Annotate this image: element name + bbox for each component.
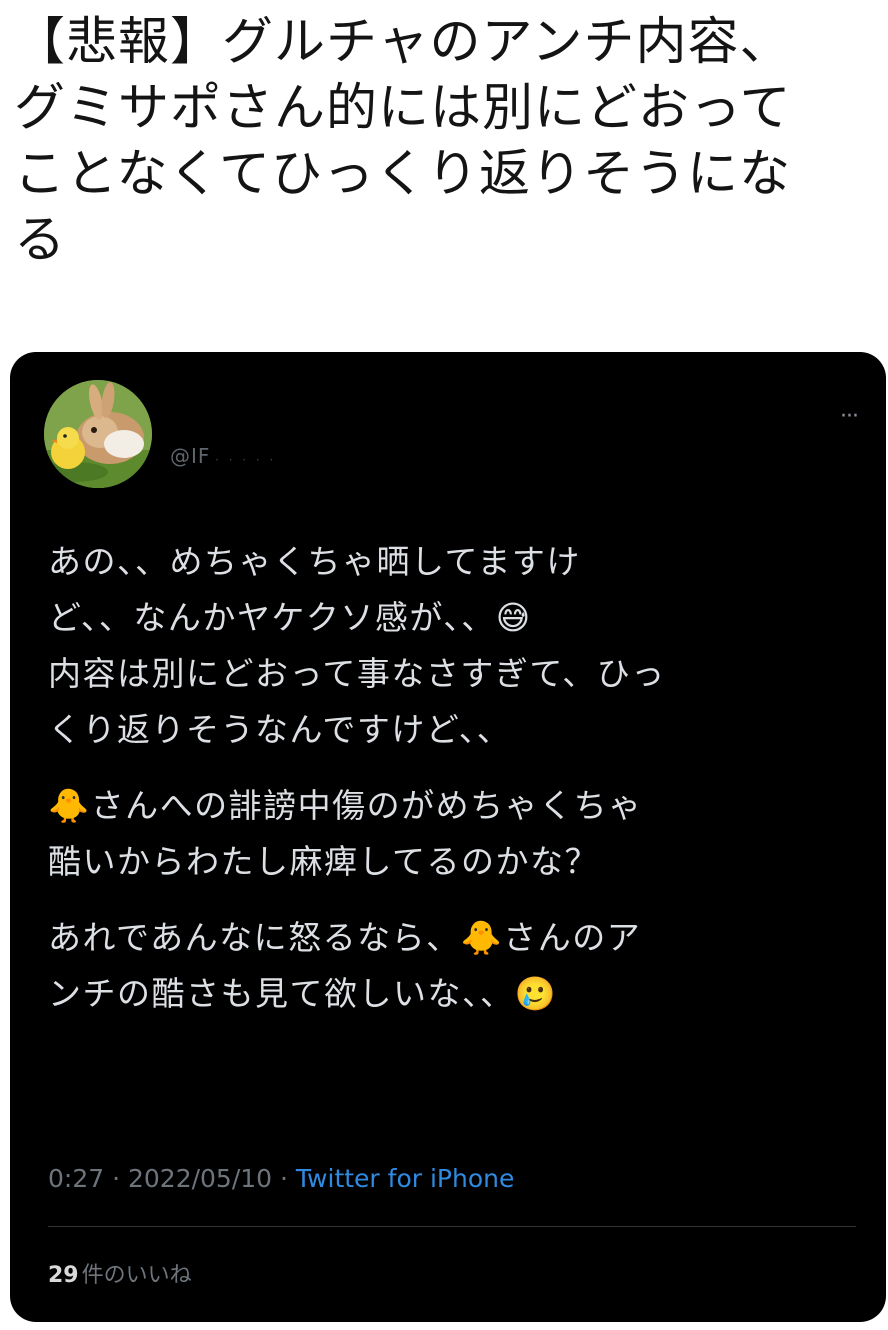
likes-link[interactable]: 29 件のいいね — [48, 1257, 192, 1289]
avatar-image — [44, 380, 152, 488]
tweet-paragraph-3: あれであんなに怒るなら、🐥さんのア ンチの酷さも見て欲しいな、、🥲 — [48, 918, 642, 1013]
tweet-text: あの、、めちゃくちゃ晒してますけ ど、、なんかヤケクソ感が、、😅 内容は別にどお… — [48, 534, 858, 1042]
tweet-meta: 0:27 · 2022/05/10 · Twitter for iPhone — [48, 1164, 514, 1193]
meta-separator-1: · — [104, 1164, 128, 1193]
tweet-source-link[interactable]: Twitter for iPhone — [296, 1164, 514, 1193]
likes-label: 件のいいね — [81, 1263, 192, 1288]
user-handle[interactable]: @IF — [170, 444, 210, 468]
divider — [48, 1226, 856, 1227]
tweet-time[interactable]: 0:27 — [48, 1164, 104, 1193]
avatar[interactable] — [44, 380, 152, 488]
meta-separator-2: · — [272, 1164, 296, 1193]
tweet-paragraph-1: あの、、めちゃくちゃ晒してますけ ど、、なんかヤケクソ感が、、😅 内容は別にどお… — [48, 542, 666, 749]
more-options-button[interactable]: ··· — [840, 404, 859, 429]
tweet-date[interactable]: 2022/05/10 — [128, 1164, 272, 1193]
tweet-paragraph-2: 🐥さんへの誹謗中傷のがめちゃくちゃ 酷いからわたし麻痺してるのかな？ — [48, 786, 643, 881]
page: 【悲報】グルチャのアンチ内容、 グミサポさん的には別にどおって ことなくてひっく… — [0, 0, 888, 1330]
redacted-handle: · · · · · — [215, 453, 277, 463]
likes-count: 29 — [48, 1263, 79, 1288]
headline: 【悲報】グルチャのアンチ内容、 グミサポさん的には別にどおって ことなくてひっく… — [14, 13, 792, 270]
tweet-screenshot: @IF · · · · · ··· あの、、めちゃくちゃ晒してますけ ど、、なん… — [10, 352, 886, 1322]
